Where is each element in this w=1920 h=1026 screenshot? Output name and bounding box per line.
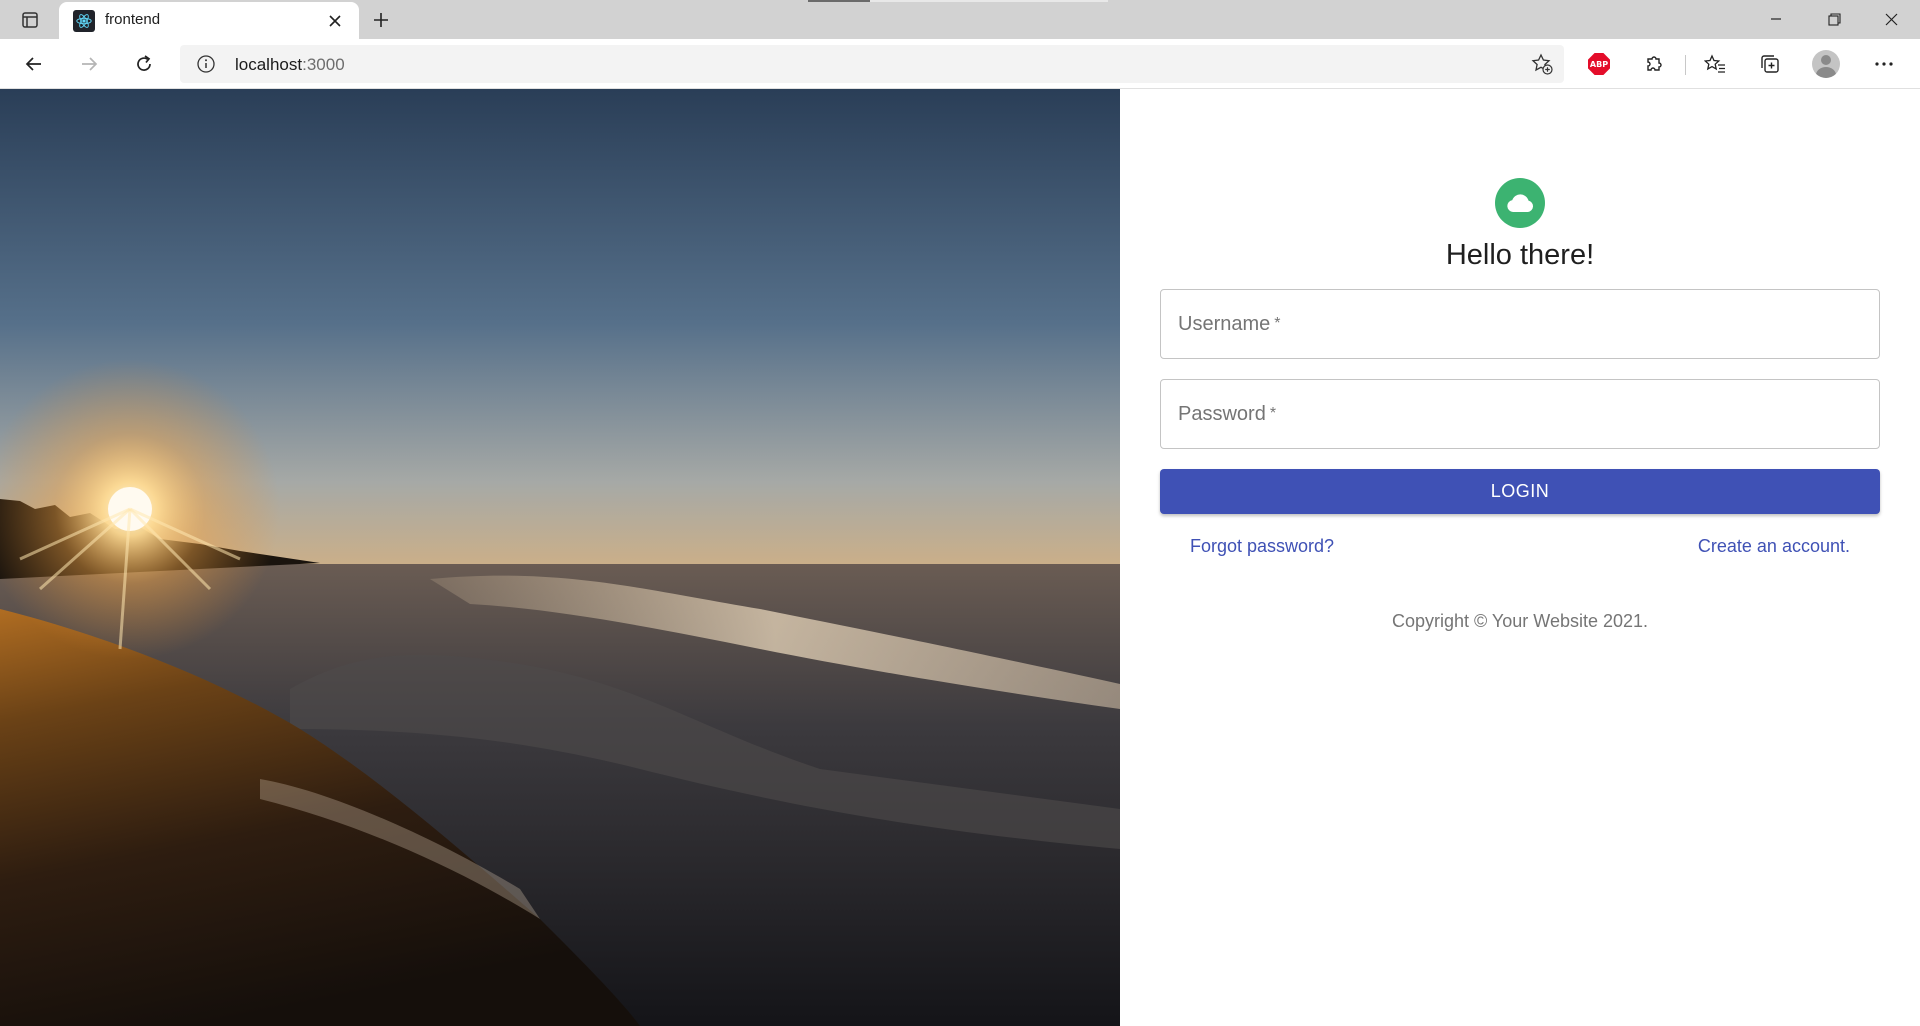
- new-tab-button[interactable]: [367, 6, 395, 34]
- profile-button[interactable]: [1811, 49, 1841, 79]
- login-panel: Hello there! Username * Password * LOGIN F…: [1120, 89, 1920, 1026]
- close-icon: [329, 15, 341, 27]
- tab-actions-button[interactable]: [12, 7, 48, 33]
- forgot-password-link[interactable]: Forgot password?: [1190, 536, 1334, 557]
- required-asterisk: *: [1274, 315, 1281, 332]
- extensions-button[interactable]: [1639, 49, 1669, 79]
- favorites-button[interactable]: [1700, 49, 1730, 79]
- more-button[interactable]: [1869, 49, 1899, 79]
- minimize-icon: [1771, 18, 1781, 20]
- forward-button[interactable]: [71, 46, 107, 82]
- add-favorite-icon[interactable]: [1530, 52, 1554, 76]
- url-text[interactable]: localhost:3000: [235, 55, 345, 75]
- url-host: localhost: [235, 55, 303, 74]
- url-port: :3000: [302, 55, 345, 74]
- address-bar[interactable]: localhost:3000: [180, 45, 1564, 83]
- tab-strip-scroll-indicator: [808, 0, 1108, 2]
- close-icon: [1885, 13, 1897, 25]
- profile-icon: [1812, 50, 1840, 78]
- minimize-button[interactable]: [1747, 0, 1805, 38]
- page-title: Hello there!: [1445, 239, 1595, 271]
- refresh-icon: [137, 55, 151, 71]
- favorites-icon: [1704, 54, 1725, 73]
- collections-icon: [1761, 55, 1779, 73]
- forward-arrow-icon: [82, 57, 98, 71]
- logo-avatar: [1495, 178, 1545, 228]
- required-asterisk: *: [1269, 405, 1277, 422]
- tab-title: frontend: [105, 11, 161, 28]
- adblock-icon: ABP: [1588, 53, 1610, 75]
- restore-button[interactable]: [1805, 0, 1863, 38]
- login-button[interactable]: LOGIN: [1160, 469, 1880, 514]
- beach-sunset-image: [0, 89, 1120, 1026]
- react-logo-icon: [73, 10, 95, 32]
- extensions-icon: [1647, 56, 1662, 71]
- create-account-link[interactable]: Create an account.: [1698, 536, 1850, 557]
- username-label: Username *: [1178, 313, 1281, 336]
- collections-button[interactable]: [1755, 49, 1785, 79]
- back-arrow-icon: [25, 57, 41, 71]
- tab-actions-icon: [22, 12, 38, 28]
- window-close-button[interactable]: [1862, 0, 1920, 38]
- restore-icon: [1827, 12, 1841, 26]
- password-label: Password *: [1178, 403, 1276, 426]
- plus-icon: [374, 13, 388, 27]
- cloud-icon: [1507, 194, 1534, 212]
- password-field[interactable]: Password *: [1160, 379, 1880, 449]
- more-icon: [1875, 62, 1893, 66]
- adblock-button[interactable]: ABP: [1584, 49, 1614, 79]
- copyright-text: Copyright © Your Website 2021.: [1391, 611, 1649, 631]
- info-icon[interactable]: [196, 54, 216, 74]
- browser-titlebar: frontend: [0, 0, 1920, 39]
- browser-toolbar: localhost:3000 ABP: [0, 39, 1920, 89]
- refresh-button[interactable]: [126, 46, 162, 82]
- toolbar-divider: [1685, 55, 1686, 75]
- password-label-text: Password: [1178, 403, 1266, 425]
- back-button[interactable]: [16, 46, 52, 82]
- browser-tab[interactable]: frontend: [59, 2, 359, 39]
- username-field[interactable]: Username *: [1160, 289, 1880, 359]
- username-label-text: Username: [1178, 313, 1271, 335]
- tab-close-button[interactable]: [323, 9, 347, 33]
- page-viewport: Hello there! Username * Password * LOGIN F…: [0, 89, 1920, 1026]
